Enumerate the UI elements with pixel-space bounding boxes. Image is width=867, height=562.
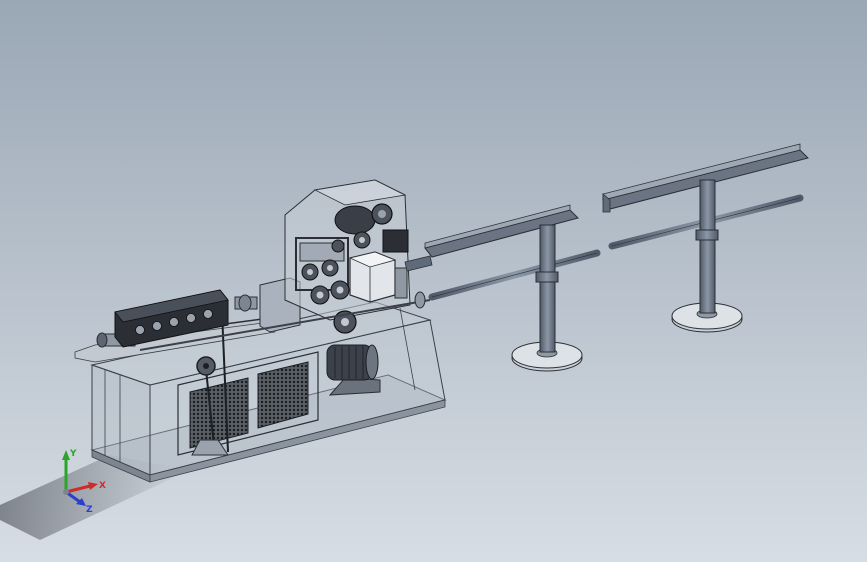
triad-y-label: Y (69, 449, 77, 459)
triad-y-axis-icon (62, 450, 70, 492)
triad-x-label: X (99, 481, 106, 491)
triad-x-axis-icon (65, 482, 98, 494)
reference-triad[interactable]: Y X Z (52, 444, 112, 516)
cad-viewport[interactable]: Y X Z (0, 0, 867, 562)
triad-origin (63, 489, 69, 495)
support-stand-2 (671, 179, 743, 333)
triad-z-axis-icon (65, 490, 86, 506)
support-stand-1 (511, 224, 583, 372)
triad-z-label: Z (86, 505, 93, 515)
machine-assembly-model[interactable] (0, 0, 867, 562)
